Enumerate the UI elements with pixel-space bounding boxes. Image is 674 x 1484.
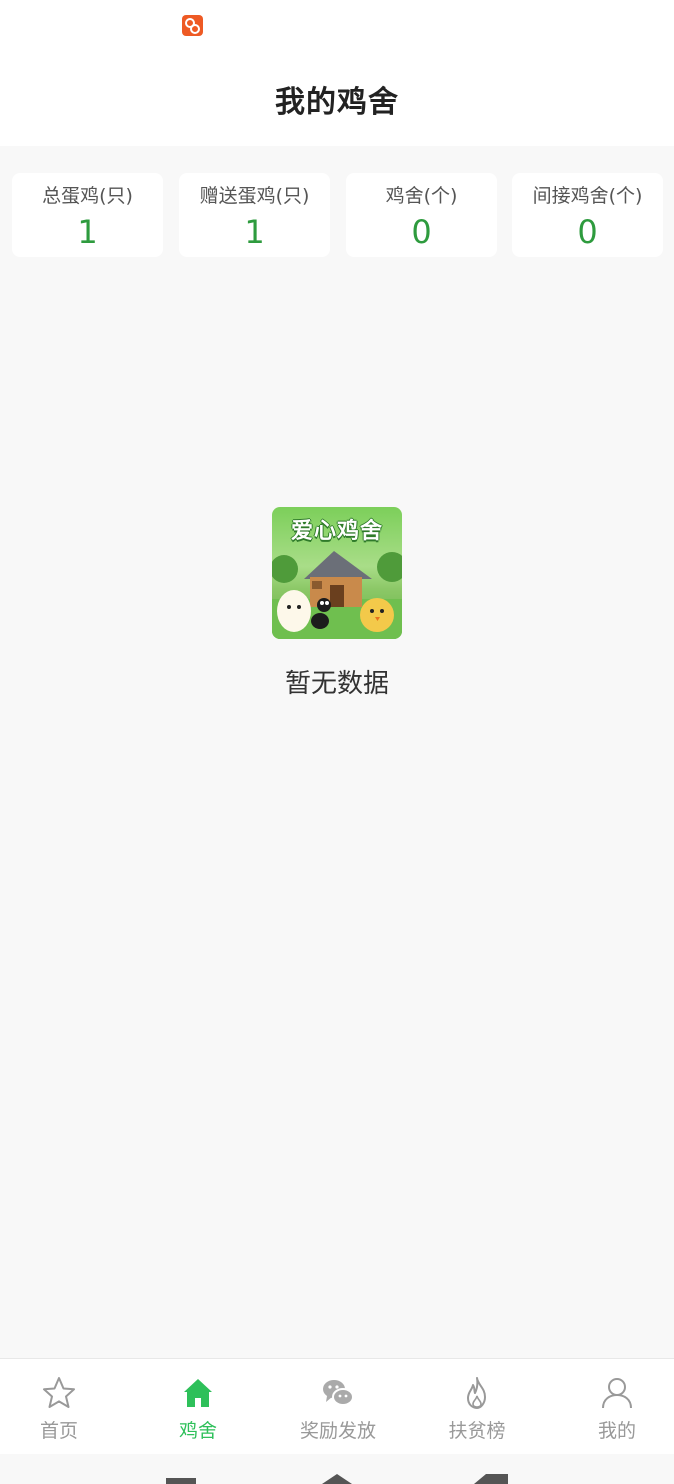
stat-card-coops: 鸡舍(个) 0 [346,173,497,257]
back-nav-icon[interactable] [474,1474,508,1484]
notification-app-icon [182,15,203,36]
empty-state: 爱心鸡舍 暂无数据 [0,507,674,700]
stat-label: 间接鸡舍(个) [532,185,643,207]
empty-state-text: 暂无数据 [284,669,389,699]
tab-label: 扶贫榜 [448,1420,506,1442]
illustration-caption: 爱心鸡舍 [290,519,383,544]
fire-icon [467,1377,486,1409]
stat-label: 赠送蛋鸡(只) [199,185,310,207]
stat-value: 0 [411,213,432,251]
tab-label: 首页 [39,1420,78,1442]
stats-row: 总蛋鸡(只) 1 赠送蛋鸡(只) 1 鸡舍(个) 0 间接鸡舍(个) 0 [0,173,674,257]
empty-state-illustration: 爱心鸡舍 [272,507,402,639]
tab-poverty-ranking[interactable]: 扶贫榜 [410,1359,544,1455]
user-icon [602,1378,632,1409]
tab-label: 我的 [597,1420,636,1442]
tab-rewards[interactable]: 奖励发放 [271,1359,405,1455]
bottom-tab-bar: 首页 鸡舍 奖励发放 扶贫榜 我的 [0,1358,674,1455]
wechat-icon [323,1380,354,1406]
home-nav-icon[interactable] [322,1474,352,1484]
tab-label: 鸡舍 [178,1420,217,1442]
stat-value: 0 [577,213,598,251]
stat-value: 1 [77,213,98,251]
stat-card-gifted-hens: 赠送蛋鸡(只) 1 [179,173,330,257]
stat-label: 总蛋鸡(只) [42,185,133,207]
tab-home[interactable]: 首页 [0,1359,126,1455]
tab-profile[interactable]: 我的 [550,1359,674,1455]
stat-label: 鸡舍(个) [385,185,458,207]
home-icon [184,1379,212,1407]
star-icon [43,1377,75,1408]
page-title: 我的鸡舍 [275,85,399,120]
stat-card-indirect-coops: 间接鸡舍(个) 0 [512,173,663,257]
recent-apps-icon[interactable] [166,1478,196,1484]
system-navigation-bar [0,1454,674,1484]
tab-label: 奖励发放 [299,1420,376,1442]
tab-coop[interactable]: 鸡舍 [131,1359,265,1455]
status-bar [0,0,674,52]
app-page: 我的鸡舍 总蛋鸡(只) 1 赠送蛋鸡(只) 1 鸡舍(个) 0 间接鸡舍(个) … [0,0,674,1484]
stat-card-total-hens: 总蛋鸡(只) 1 [12,173,163,257]
stat-value: 1 [244,213,265,251]
page-header: 我的鸡舍 [0,52,674,146]
